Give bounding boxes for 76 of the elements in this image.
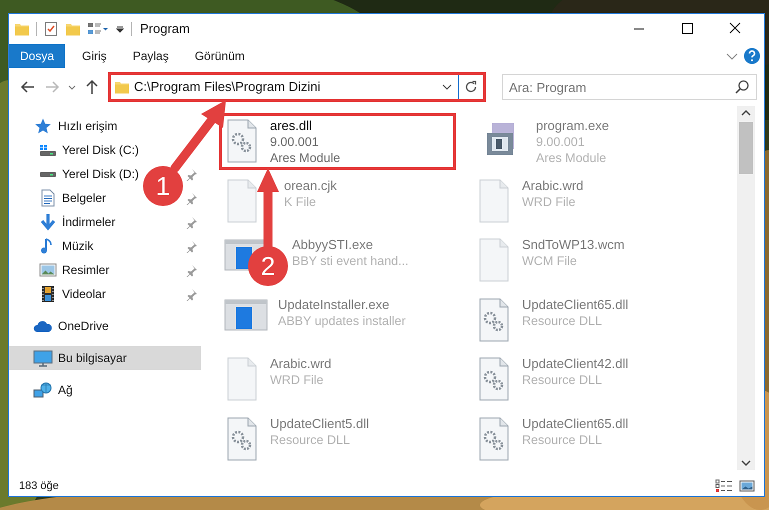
drive-icon <box>39 170 57 178</box>
picture-icon <box>39 261 57 279</box>
file-detail: Resource DLL <box>270 432 351 448</box>
scrollbar[interactable] <box>737 106 755 470</box>
network-icon <box>33 381 53 399</box>
nav-item[interactable]: Hızlı erişim <box>9 114 201 138</box>
folder-icon <box>114 79 130 95</box>
search-icon[interactable] <box>733 78 751 96</box>
nav-item[interactable]: Videolar <box>62 285 106 303</box>
nav-label: OneDrive <box>58 318 109 335</box>
file-name[interactable]: Arabic.wrd <box>270 356 332 372</box>
file-detail: Resource DLL <box>522 372 603 388</box>
file-detail: 9.00.001 <box>536 134 586 150</box>
film-strip-icon <box>39 285 57 303</box>
file-name[interactable]: UpdateClient5.dll <box>270 416 370 432</box>
file-name[interactable]: UpdateClient65.dll <box>522 416 628 432</box>
file-detail: Resource DLL <box>522 312 603 328</box>
nav-label: Bu bilgisayar <box>58 350 127 367</box>
file-item[interactable]: ares.dll 9.00.001 Ares Module <box>219 113 456 170</box>
document-icon <box>39 189 57 207</box>
file-name: ares.dll <box>270 118 313 134</box>
nav-item[interactable]: Resimler <box>62 261 110 279</box>
file-detail: K File <box>284 194 317 210</box>
pin-icon[interactable] <box>185 239 199 253</box>
file-tab[interactable]: Dosya <box>9 44 66 68</box>
nav-item[interactable]: İndirmeler <box>62 213 116 231</box>
ribbon-tab[interactable]: Görünüm <box>182 44 258 68</box>
pin-icon[interactable] <box>185 263 199 277</box>
pin-icon[interactable] <box>185 167 199 181</box>
large-icons-view-icon[interactable] <box>739 479 755 493</box>
nav-item[interactable]: Yerel Disk (C:) <box>62 141 139 159</box>
nav-item[interactable]: Yerel Disk (D:) <box>62 165 139 183</box>
pin-icon[interactable] <box>185 287 199 301</box>
file-name[interactable]: AbbyySTI.exe <box>292 237 409 253</box>
search-field[interactable]: Ara: Program <box>502 74 757 100</box>
file-detail: WRD File <box>270 372 324 388</box>
download-arrow-icon <box>39 213 57 231</box>
ribbon-tab[interactable]: Giriş <box>69 44 120 68</box>
nav-item[interactable]: OneDrive <box>9 314 201 338</box>
nav-item[interactable]: Bu bilgisayar <box>9 346 201 370</box>
file-detail: ABBY updates installer <box>278 312 406 328</box>
file-detail: Ares Module <box>536 150 608 166</box>
nav-label: Hızlı erişim <box>58 118 118 135</box>
pin-icon[interactable] <box>185 191 199 205</box>
nav-item[interactable]: Belgeler <box>62 189 106 207</box>
file-detail: BBY sti event hand... <box>292 253 409 269</box>
pin-icon[interactable] <box>185 215 199 229</box>
file-detail: 9.00.001 <box>270 134 320 150</box>
nav-item[interactable]: Ağ <box>9 378 201 402</box>
file-name[interactable]: orean.cjk <box>284 178 337 194</box>
file-detail: Ares Module <box>270 150 340 166</box>
details-view-icon[interactable] <box>715 479 733 493</box>
folder-icon <box>14 21 30 37</box>
file-name[interactable]: SndToWP13.wcm <box>522 237 625 253</box>
file-name[interactable]: UpdateClient65.dll <box>522 296 628 312</box>
star-icon <box>33 117 53 135</box>
properties-icon[interactable] <box>43 21 59 37</box>
file-name[interactable]: UpdateClient42.dll <box>522 356 628 372</box>
ribbon-tab[interactable]: Paylaş <box>120 44 182 68</box>
status-text: 183 öğe <box>19 478 59 494</box>
file-name[interactable]: UpdateInstaller.exe <box>278 296 406 312</box>
nav-item[interactable]: Müzik <box>62 237 94 255</box>
address-bar[interactable]: C:\Program Files\Program Dizini <box>108 72 486 102</box>
file-name[interactable]: Arabic.wrd <box>522 178 584 194</box>
view-menu-icon[interactable] <box>87 21 109 37</box>
window-title: Program <box>140 20 190 38</box>
address-path: C:\Program Files\Program Dizini <box>134 78 322 96</box>
file-detail: Resource DLL <box>522 432 603 448</box>
drive-icon <box>39 144 57 156</box>
file-detail: WCM File <box>522 253 578 269</box>
scrollbar-thumb[interactable] <box>739 122 753 174</box>
file-name[interactable]: program.exe <box>536 118 609 134</box>
nav-label: Ağ <box>58 382 73 399</box>
monitor-icon <box>33 349 53 367</box>
file-detail: WRD File <box>522 194 576 210</box>
application-window-icon <box>224 298 268 332</box>
